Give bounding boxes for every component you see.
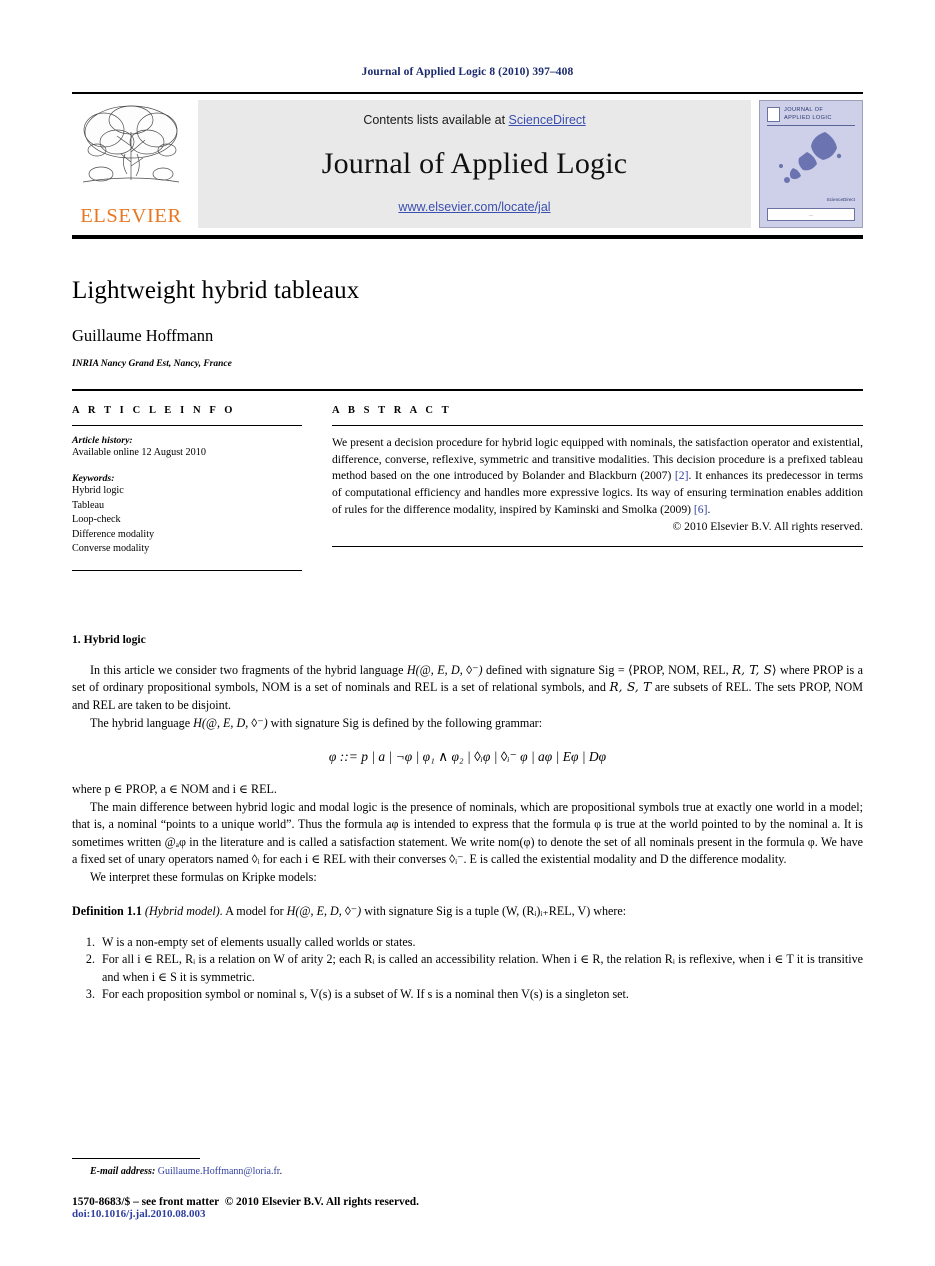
issn-value: 1570-8683/$ – see front matter [72, 1196, 219, 1208]
p2-language: H(@, E, D, ◊⁻) [193, 715, 268, 730]
elsevier-tree-icon [82, 105, 180, 183]
info-abstract-columns: A R T I C L E I N F O Article history: A… [72, 405, 863, 571]
journal-url-link[interactable]: www.elsevier.com/locate/jal [398, 200, 550, 214]
page-title: Lightweight hybrid tableaux [72, 277, 360, 304]
cover-map-icon [779, 132, 842, 184]
paper-page: Journal of Applied Logic 8 (2010) 397–40… [0, 0, 935, 1266]
author-affiliation: INRIA Nancy Grand Est, Nancy, France [72, 359, 232, 369]
elsevier-wordmark: ELSEVIER [80, 204, 182, 227]
list-item: W is a non-empty set of elements usually… [98, 934, 863, 952]
cover-elsevier-icon [767, 107, 780, 122]
masthead-citation: Journal of Applied Logic 8 (2010) 397–40… [361, 66, 574, 78]
keyword-item: Hybrid logic [72, 485, 124, 497]
definition-1-1: Definition 1.1 (Hybrid model). A model f… [72, 903, 863, 921]
journal-banner: ELSEVIER Contents lists available at Sci… [72, 100, 863, 228]
definition-title: (Hybrid model). [144, 904, 223, 919]
definition-label: Definition 1.1 [72, 904, 142, 919]
cover-issue-box: .... [767, 208, 855, 221]
journal-name: Journal of Applied Logic [321, 146, 628, 180]
p1-language: H(@, E, D, ◊⁻) [406, 662, 483, 677]
footnote-area: E-mail address: Guillaume.Hoffmann@loria… [72, 1158, 863, 1220]
title-block: Lightweight hybrid tableaux Guillaume Ho… [72, 239, 863, 369]
cover-title-line1: JOURNAL OF [784, 107, 824, 113]
footnote-rule [72, 1158, 200, 1159]
p2-b: with signature Sig is defined by the fol… [267, 715, 543, 730]
article-info-column: A R T I C L E I N F O Article history: A… [72, 405, 302, 571]
keyword-item: Tableau [72, 499, 105, 511]
email-suffix: . [279, 1166, 283, 1177]
section-heading-1: 1. Hybrid logic [72, 632, 146, 646]
p1-cal1: R, T, S [732, 662, 772, 677]
citation-link-2[interactable]: [2] [675, 469, 689, 482]
p1-a: In this article we consider two fragment… [90, 662, 407, 677]
article-info-bottom-rule [72, 569, 302, 571]
article-info-heading: A R T I C L E I N F O [72, 405, 236, 416]
grammar-formula: φ ::= p | a | ¬φ | φ₁ ∧ φ₂ | ◊ᵢφ | ◊ᵢ⁻ φ… [328, 749, 607, 765]
p1-cal2: R, S, T [609, 680, 652, 695]
citation-link-6[interactable]: [6] [694, 503, 708, 516]
doi-link[interactable]: doi:10.1016/j.jal.2010.08.003 [72, 1208, 206, 1220]
paragraph-where: where p ∈ PROP, a ∈ NOM and i ∈ REL. [72, 782, 277, 797]
p2-a: The hybrid language [90, 715, 194, 730]
footnote-email-line: E-mail address: Guillaume.Hoffmann@loria… [72, 1166, 863, 1177]
paragraph-nominals: The main difference between hybrid logic… [72, 799, 863, 867]
journal-cover-thumbnail: JOURNAL OF APPLIED LOGIC ScienceDirect .… [759, 100, 863, 228]
definition-items: W is a non-empty set of elements usually… [72, 934, 863, 1004]
list-item: For all i ∈ REL, Rᵢ is a relation on W o… [98, 951, 863, 986]
abstract-copyright: © 2010 Elsevier B.V. All rights reserved… [672, 520, 863, 534]
p1-b: defined with signature Sig = ⟨PROP, NOM,… [482, 662, 733, 677]
main-body: 1. Hybrid logic In this article we consi… [72, 633, 863, 1004]
keywords-list: Hybrid logic Tableau Loop-check Differen… [72, 484, 302, 556]
article-history-label: Article history: [72, 435, 133, 446]
definition-text-a: A model for [222, 904, 287, 919]
cover-title-line2: APPLIED LOGIC [784, 114, 832, 121]
author-name: Guillaume Hoffmann [72, 326, 214, 345]
cover-footer: ScienceDirect .... [767, 197, 855, 221]
abstract-rule [332, 425, 863, 426]
masthead-divider [72, 92, 863, 94]
sciencedirect-link[interactable]: ScienceDirect [509, 113, 586, 127]
issn-line: 1570-8683/$ – see front matter © 2010 El… [72, 1196, 863, 1208]
doi-line: doi:10.1016/j.jal.2010.08.003 [72, 1208, 863, 1220]
abstract-bottom-rule [332, 546, 863, 548]
list-item: For each proposition symbol or nominal s… [98, 986, 863, 1004]
definition-language: H(@, E, D, ◊⁻) [286, 904, 362, 919]
column-gap [302, 405, 332, 571]
keywords-label: Keywords: [72, 473, 115, 485]
definition-text-b: with signature Sig is a tuple (W, (Rᵢ)ᵢ₊… [361, 904, 627, 919]
cover-sciencedirect-label: ScienceDirect [826, 197, 855, 203]
cover-artwork [767, 126, 855, 197]
paragraph-intro: In this article we consider two fragment… [72, 662, 863, 715]
abstract-part3: . [707, 502, 711, 516]
paragraph-kripke: We interpret these formulas on Kripke mo… [90, 869, 317, 884]
abstract-column: A B S T R A C T We present a decision pr… [332, 405, 863, 571]
paragraph-grammar-intro: The hybrid language H(@, E, D, ◊⁻) with … [72, 715, 863, 733]
contents-available-line: Contents lists available at ScienceDirec… [363, 113, 585, 127]
cover-header: JOURNAL OF APPLIED LOGIC [767, 107, 855, 127]
keyword-item: Loop-check [72, 514, 121, 526]
email-label: E-mail address: [90, 1166, 156, 1177]
title-divider [72, 389, 863, 391]
elsevier-logo: ELSEVIER [72, 100, 190, 228]
article-history-value: Available online 12 August 2010 [72, 447, 206, 458]
abstract-heading: A B S T R A C T [332, 405, 452, 416]
contents-prefix: Contents lists available at [363, 113, 509, 127]
banner-center: Contents lists available at ScienceDirec… [198, 100, 751, 228]
article-info-rule [72, 425, 302, 426]
cover-title: JOURNAL OF APPLIED LOGIC [784, 107, 832, 122]
email-link[interactable]: Guillaume.Hoffmann@loria.fr [158, 1166, 280, 1177]
footer-copyright: © 2010 Elsevier B.V. All rights reserved… [224, 1196, 419, 1208]
abstract-text: We present a decision procedure for hybr… [332, 435, 863, 518]
keyword-item: Difference modality [72, 528, 155, 540]
keyword-item: Converse modality [72, 543, 150, 555]
